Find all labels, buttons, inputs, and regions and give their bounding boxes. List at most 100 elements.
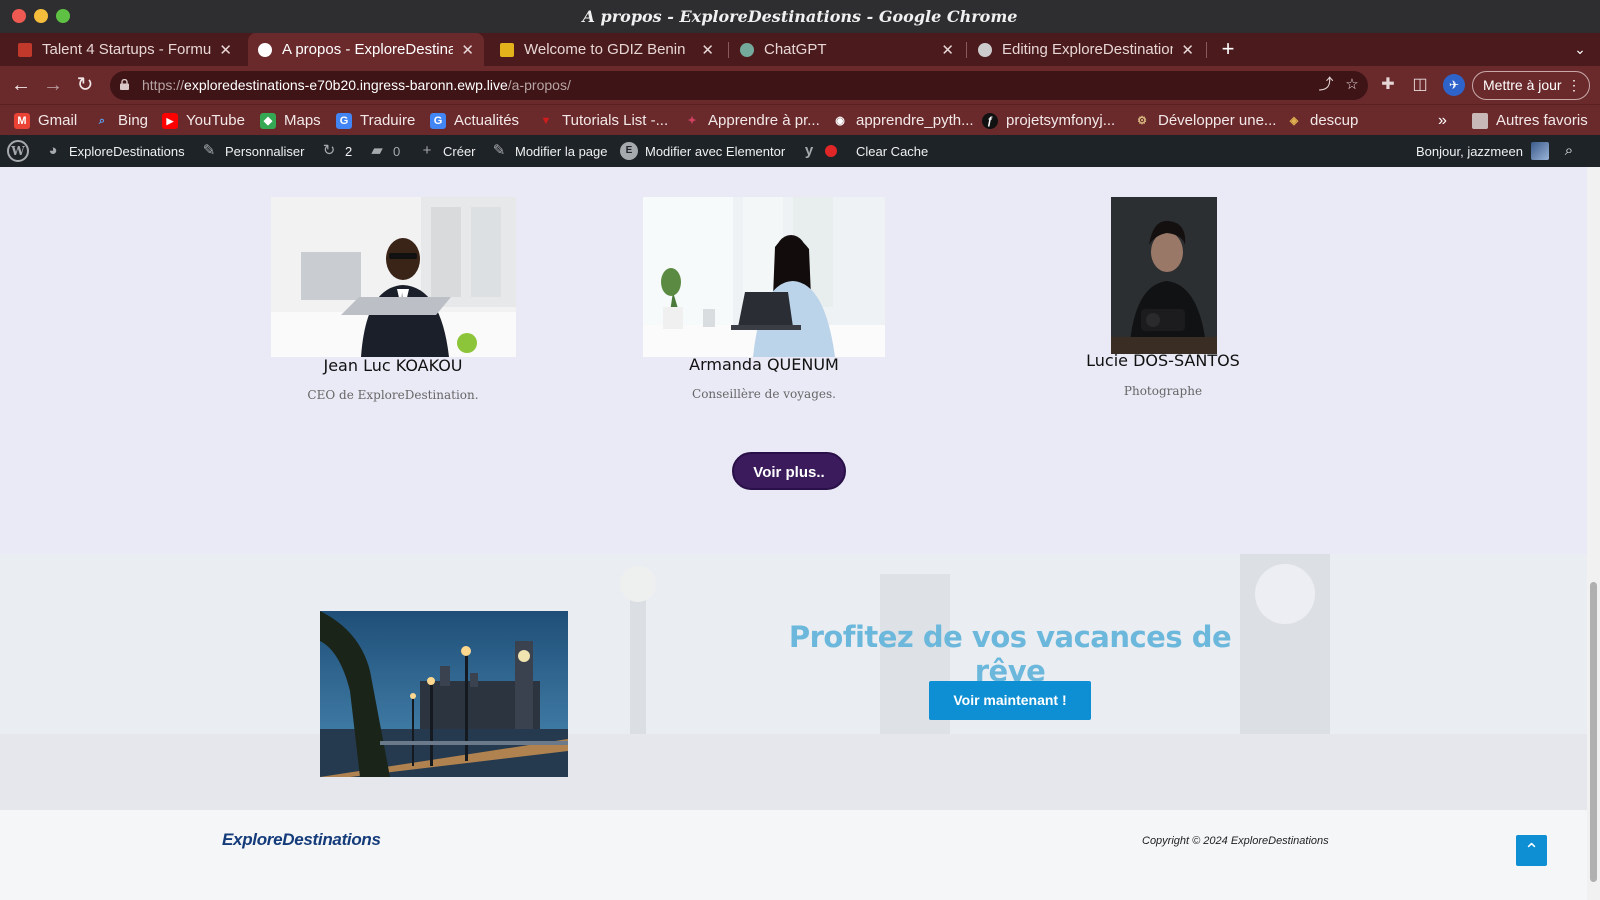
- tab-gdiz-benin[interactable]: Welcome to GDIZ Benin ✕: [490, 33, 724, 66]
- wp-admin-bar: W ◕ ExploreDestinations ✎ Personnaliser ↻ 2…: [0, 135, 1600, 167]
- wp-customize[interactable]: ✎ Personnaliser: [200, 135, 305, 167]
- side-panel-icon[interactable]: ◫: [1410, 75, 1430, 95]
- bing-icon: ⌕: [98, 114, 106, 127]
- wp-edit-page[interactable]: ✎ Modifier la page: [490, 135, 608, 167]
- bookmark-label: Actualités: [454, 112, 520, 129]
- gmail-icon: M: [14, 112, 30, 129]
- wp-logo-menu[interactable]: W: [7, 135, 29, 167]
- gdiz-icon: [500, 42, 514, 57]
- team-name: Armanda QUENUM: [689, 355, 839, 374]
- address-bar[interactable]: https://exploredestinations-e70b20.ingre…: [110, 71, 1368, 100]
- reload-icon[interactable]: ↻: [72, 72, 98, 98]
- updates-icon: ↻: [322, 142, 336, 159]
- forward-arrow-icon[interactable]: →: [40, 72, 66, 98]
- bookmark-maps[interactable]: ◆ Maps: [260, 105, 321, 136]
- wp-updates-count: 2: [345, 143, 353, 159]
- bookmark-folder-other[interactable]: Autres favoris: [1472, 105, 1588, 136]
- wp-clear-cache[interactable]: Clear Cache: [856, 135, 928, 167]
- chatgpt-icon: [740, 42, 754, 57]
- descup-icon: ◈: [1289, 114, 1299, 127]
- tab-github-editing[interactable]: Editing ExploreDestinations ✕: [968, 33, 1204, 66]
- bookmark-apprendre-python[interactable]: ◉ apprendre_pyth...: [832, 105, 974, 136]
- dev-icon: ⚙: [1137, 114, 1147, 127]
- bookmark-projetsymfony[interactable]: ƒ projetsymfonyj...: [982, 105, 1115, 136]
- team-photo-lucie: [1111, 197, 1217, 354]
- kebab-menu-icon[interactable]: ⋮: [1567, 72, 1581, 99]
- youtube-icon: ▶: [162, 112, 178, 129]
- london-photo: [320, 611, 568, 777]
- bookmark-apprendre[interactable]: ✦ Apprendre à pr...: [684, 105, 819, 136]
- close-icon[interactable]: ✕: [219, 41, 232, 59]
- tab-label: Welcome to GDIZ Benin: [524, 41, 686, 58]
- update-label: Mettre à jour: [1483, 77, 1562, 93]
- share-icon[interactable]: ⤴: [1316, 75, 1336, 95]
- plus-icon: +: [422, 142, 432, 159]
- bookmark-label: Gmail: [38, 112, 78, 129]
- bookmark-star-icon[interactable]: ☆: [1342, 75, 1362, 95]
- new-tab-button[interactable]: +: [1216, 33, 1240, 66]
- profile-avatar[interactable]: ✈: [1443, 74, 1465, 96]
- avatar: [1530, 142, 1549, 160]
- globe-icon: ◉: [835, 114, 845, 127]
- back-to-top-button[interactable]: ⌃: [1516, 835, 1547, 866]
- window-title: A propos - ExploreDestinations - Google …: [582, 7, 1018, 26]
- wp-updates[interactable]: ↻ 2: [320, 135, 353, 167]
- bookmark-bing[interactable]: ⌕ Bing: [94, 105, 148, 136]
- bookmark-tutorials[interactable]: ▼ Tutorials List -...: [538, 105, 669, 136]
- tab-chatgpt[interactable]: ChatGPT ✕: [730, 33, 964, 66]
- tab-talent4startups[interactable]: Talent 4 Startups - Formulaire ✕: [8, 33, 242, 66]
- bookmark-label: Tutorials List -...: [562, 112, 669, 129]
- update-button[interactable]: Mettre à jour ⋮: [1472, 71, 1590, 100]
- close-icon[interactable]: ✕: [701, 41, 714, 59]
- tab-separator: [1206, 42, 1207, 58]
- wp-comments-count: 0: [393, 143, 401, 159]
- tab-label: Talent 4 Startups - Formulaire: [42, 41, 212, 58]
- bookmark-developper[interactable]: ⚙ Développer une...: [1134, 105, 1276, 136]
- wp-edit-elementor[interactable]: E Modifier avec Elementor: [620, 135, 785, 167]
- team-photo-armanda: [643, 197, 885, 357]
- scrollbar-thumb[interactable]: [1590, 582, 1597, 882]
- comment-icon: ▰: [371, 142, 383, 159]
- bookmark-label: Développer une...: [1158, 112, 1277, 129]
- wp-edit-page-label: Modifier la page: [515, 143, 608, 159]
- tab-a-propos[interactable]: A propos - ExploreDestinations ✕: [248, 33, 484, 66]
- wp-edit-elementor-label: Modifier avec Elementor: [645, 143, 786, 159]
- bookmark-youtube[interactable]: ▶ YouTube: [162, 105, 245, 136]
- lock-icon: [120, 79, 129, 90]
- bookmark-gmail[interactable]: M Gmail: [14, 105, 77, 136]
- wp-site-name[interactable]: ◕ ExploreDestinations: [44, 135, 184, 167]
- bookmark-actualites[interactable]: G Actualités: [430, 105, 519, 136]
- back-arrow-icon[interactable]: ←: [8, 72, 34, 98]
- wp-comments[interactable]: ▰ 0: [368, 135, 400, 167]
- translate-icon: G: [336, 112, 352, 129]
- site-footer: ExploreDestinations Copyright © 2024 Exp…: [0, 810, 1587, 900]
- bookmarks-overflow-chevron-icon[interactable]: »: [1438, 105, 1447, 136]
- page-scrollbar[interactable]: [1587, 167, 1600, 900]
- voir-maintenant-button[interactable]: Voir maintenant !: [929, 681, 1091, 720]
- team-role: Photographe: [1123, 384, 1203, 398]
- team-role: Conseillère de voyages.: [692, 387, 836, 401]
- wp-yoast[interactable]: y: [800, 135, 837, 167]
- footer-logo[interactable]: ExploreDestinations: [222, 830, 381, 850]
- extensions-puzzle-icon[interactable]: ✚: [1378, 75, 1398, 95]
- symfony-icon: ƒ: [982, 112, 998, 129]
- wp-search[interactable]: ⌕: [1560, 135, 1585, 167]
- team-name: Jean Luc KOAKOU: [323, 356, 463, 375]
- globe-icon: [258, 42, 272, 57]
- url-text: https://exploredestinations-e70b20.ingre…: [142, 77, 571, 93]
- tab-label: ChatGPT: [764, 41, 827, 58]
- wp-clear-cache-label: Clear Cache: [856, 143, 929, 159]
- bookmark-traduire[interactable]: G Traduire: [336, 105, 415, 136]
- close-icon[interactable]: ✕: [461, 41, 474, 59]
- pencil-icon: ✎: [492, 142, 506, 159]
- wp-new-content[interactable]: + Créer: [418, 135, 476, 167]
- heart-icon: [18, 42, 32, 57]
- tutorials-icon: ▼: [540, 114, 552, 127]
- voir-plus-button[interactable]: Voir plus..: [732, 452, 846, 490]
- wp-account-menu[interactable]: Bonjour, jazzmeen: [1416, 135, 1549, 167]
- bookmark-descup[interactable]: ◈ descup: [1286, 105, 1359, 136]
- tab-search-chevron-down-icon[interactable]: ⌄: [1568, 33, 1592, 66]
- bookmark-label: apprendre_pyth...: [856, 112, 974, 129]
- close-icon[interactable]: ✕: [1181, 41, 1194, 59]
- close-icon[interactable]: ✕: [941, 41, 954, 59]
